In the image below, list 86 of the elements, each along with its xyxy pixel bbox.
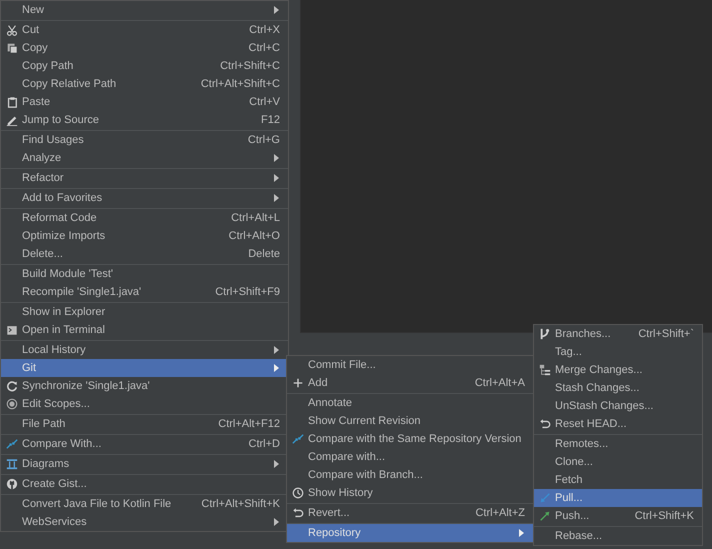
- arrows-icon: [292, 433, 304, 445]
- menu-item[interactable]: Build Module 'Test': [1, 265, 288, 283]
- menu-item[interactable]: Show in Explorer: [1, 303, 288, 321]
- shortcut-text: Ctrl+Alt+O: [228, 230, 280, 242]
- menu-item[interactable]: Copy Path Ctrl+Shift+C: [1, 57, 288, 75]
- scissors-icon: [6, 24, 18, 36]
- menu-item[interactable]: Delete... Delete: [1, 245, 288, 263]
- menu-item[interactable]: Compare with...: [287, 448, 533, 466]
- menu-item[interactable]: Open in Terminal: [1, 321, 288, 339]
- menu-item[interactable]: Copy Relative Path Ctrl+Alt+Shift+C: [1, 75, 288, 93]
- push-arrow-icon: [538, 510, 550, 522]
- pull-arrow-icon: [538, 492, 550, 504]
- menu-item[interactable]: Compare with the Same Repository Version: [287, 430, 533, 448]
- menu-item[interactable]: Reformat Code Ctrl+Alt+L: [1, 209, 288, 227]
- menu-item[interactable]: Fetch: [534, 471, 702, 489]
- menu-item[interactable]: Stash Changes...: [534, 379, 702, 397]
- folder-tree-icon: [538, 364, 550, 376]
- target-icon: [6, 398, 18, 410]
- menu-item[interactable]: UnStash Changes...: [534, 397, 702, 415]
- menu-item[interactable]: Tag...: [534, 343, 702, 361]
- menu-item[interactable]: File Path Ctrl+Alt+F12: [1, 415, 288, 433]
- menu-item[interactable]: Refactor: [1, 169, 288, 187]
- diagram-icon: [6, 458, 18, 470]
- pencil-icon: [6, 114, 18, 126]
- branch-icon: [538, 328, 550, 340]
- shortcut-text: Ctrl+X: [249, 24, 280, 36]
- menu-item[interactable]: Analyze: [1, 149, 288, 167]
- menu-item[interactable]: Local History: [1, 341, 288, 359]
- shortcut-text: Ctrl+V: [249, 96, 280, 108]
- shortcut-text: Ctrl+Shift+K: [634, 510, 694, 522]
- shortcut-text: Ctrl+C: [248, 42, 280, 54]
- menu-item[interactable]: Remotes...: [534, 435, 702, 453]
- shortcut-text: Ctrl+G: [248, 134, 280, 146]
- menu-item[interactable]: Paste Ctrl+V: [1, 93, 288, 111]
- menu-item[interactable]: Copy Ctrl+C: [1, 39, 288, 57]
- menu-item[interactable]: Jump to Source F12: [1, 111, 288, 129]
- shortcut-text: Ctrl+Shift+F9: [215, 286, 280, 298]
- menu-item[interactable]: Add Ctrl+Alt+A: [287, 374, 533, 392]
- menu-item[interactable]: Diagrams: [1, 455, 288, 473]
- menu-item[interactable]: New: [1, 1, 288, 19]
- shortcut-text: F12: [261, 114, 280, 126]
- menu-item[interactable]: Add to Favorites: [1, 189, 288, 207]
- menu-item[interactable]: Recompile 'Single1.java' Ctrl+Shift+F9: [1, 283, 288, 301]
- terminal-icon: [6, 324, 18, 336]
- menu-item[interactable]: Compare with Branch...: [287, 466, 533, 484]
- copy-icon: [6, 42, 18, 54]
- menu-item[interactable]: Repository: [287, 524, 533, 542]
- menu-item[interactable]: Merge Changes...: [534, 361, 702, 379]
- menu-item[interactable]: Commit File...: [287, 356, 533, 374]
- shortcut-text: Ctrl+Shift+`: [638, 328, 694, 340]
- clock-icon: [292, 487, 304, 499]
- shortcut-text: Ctrl+Shift+C: [220, 60, 280, 72]
- shortcut-text: Delete: [248, 248, 280, 260]
- arrows-icon: [6, 438, 18, 450]
- shortcut-text: Ctrl+Alt+A: [474, 377, 525, 389]
- shortcut-text: Ctrl+Alt+F12: [218, 418, 280, 430]
- menu-item[interactable]: Optimize Imports Ctrl+Alt+O: [1, 227, 288, 245]
- menu-item[interactable]: Edit Scopes...: [1, 395, 288, 413]
- menu-item[interactable]: Cut Ctrl+X: [1, 21, 288, 39]
- menu-item[interactable]: Clone...: [534, 453, 702, 471]
- menu-item[interactable]: Show History: [287, 484, 533, 502]
- menu-item[interactable]: Revert... Ctrl+Alt+Z: [287, 504, 533, 522]
- menu-item[interactable]: Annotate: [287, 394, 533, 412]
- menu-item[interactable]: Find Usages Ctrl+G: [1, 131, 288, 149]
- menu-item[interactable]: Synchronize 'Single1.java': [1, 377, 288, 395]
- shortcut-text: Ctrl+D: [248, 438, 280, 450]
- shortcut-text: Ctrl+Alt+Z: [475, 507, 525, 519]
- undo-icon: [292, 507, 304, 519]
- menu-item[interactable]: Show Current Revision: [287, 412, 533, 430]
- menu-item[interactable]: Pull...: [534, 489, 702, 507]
- clipboard-icon: [6, 96, 18, 108]
- menu-item[interactable]: Create Gist...: [1, 475, 288, 493]
- shortcut-text: Ctrl+Alt+Shift+K: [201, 498, 280, 510]
- menu-item[interactable]: Git: [1, 359, 288, 377]
- shortcut-text: Ctrl+Alt+Shift+C: [200, 78, 280, 90]
- menu-item[interactable]: Branches... Ctrl+Shift+`: [534, 325, 702, 343]
- menu-item[interactable]: WebServices: [1, 513, 288, 531]
- menu-item[interactable]: Convert Java File to Kotlin File Ctrl+Alt+Shift+K: [1, 495, 288, 513]
- menu-item[interactable]: Compare With... Ctrl+D: [1, 435, 288, 453]
- undo-icon: [538, 418, 550, 430]
- menu-item[interactable]: Reset HEAD...: [534, 415, 702, 433]
- shortcut-text: Ctrl+Alt+L: [231, 212, 280, 224]
- sync-icon: [6, 380, 18, 392]
- menu-item[interactable]: Rebase...: [534, 527, 702, 545]
- menu-item[interactable]: Push... Ctrl+Shift+K: [534, 507, 702, 525]
- plus-icon: [292, 377, 304, 389]
